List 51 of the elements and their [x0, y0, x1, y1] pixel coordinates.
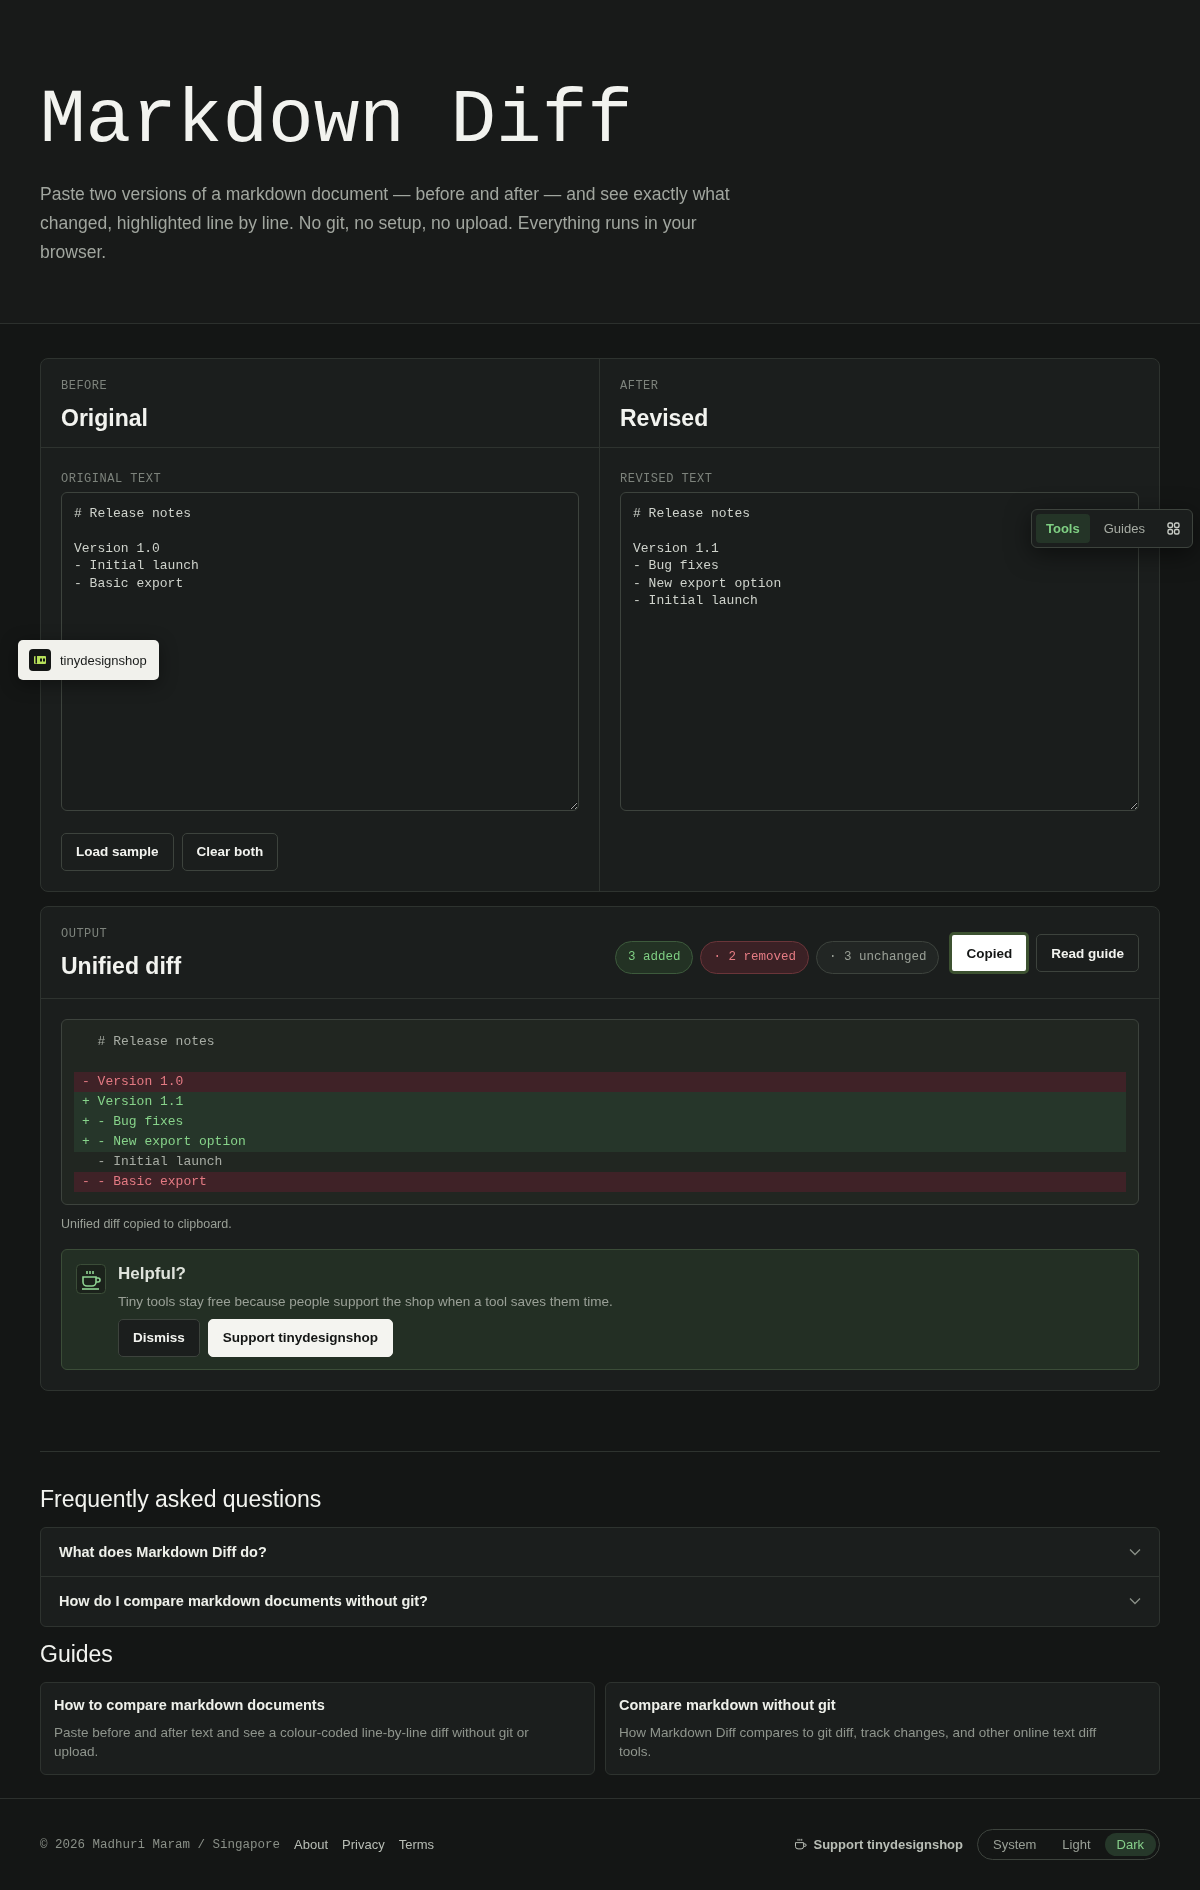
cup-icon [76, 1263, 106, 1294]
section-eyebrow: AFTER [620, 378, 660, 393]
section-title: Unified diff [61, 952, 182, 980]
guides-heading: Guides [40, 1640, 114, 1668]
faq-question[interactable]: How do I compare markdown documents without git? [41, 1576, 1159, 1626]
theme-option[interactable]: Light [1050, 1833, 1103, 1856]
status-message: Unified diff copied to clipboard. [61, 1216, 233, 1231]
dismiss-button[interactable]: Dismiss [118, 1318, 200, 1357]
nav-tab[interactable]: Tools [1036, 514, 1090, 543]
theme-option[interactable]: Dark [1104, 1833, 1156, 1856]
shop-badge[interactable]: tinydesignshop [18, 640, 159, 680]
footer-link[interactable]: Terms [398, 1837, 435, 1852]
chevron-down-icon [1129, 1547, 1141, 1556]
diff-count-badge: · 2 removed [700, 940, 809, 974]
guide-title: Compare markdown without git [619, 1696, 837, 1713]
load-sample-button[interactable]: Load sample [61, 832, 174, 871]
callout-title: Helpful? [118, 1263, 187, 1284]
clear-button[interactable]: Clear both [181, 832, 279, 871]
field-label: ORIGINAL TEXT [61, 471, 163, 486]
page-title: Markdown Diff [40, 82, 634, 162]
copyright-text: © 2026 Madhuri Maram / Singapore [40, 1837, 281, 1852]
read-guide-button[interactable]: Read guide [1036, 934, 1139, 973]
support-button[interactable]: Support tinydesignshop [207, 1318, 394, 1357]
section-eyebrow: BEFORE [61, 378, 109, 393]
guide-card[interactable]: Compare markdown without git How Markdown Diff compares to git diff, track changes, and other online text diff tools. [605, 1681, 1160, 1775]
guide-summary: How Markdown Diff compares to git diff, track changes, and other online text diff tools. [619, 1723, 1098, 1761]
section-title: Original [61, 404, 149, 432]
theme-option[interactable]: System [981, 1833, 1049, 1856]
field-label: REVISED TEXT [620, 471, 714, 486]
guide-summary: Paste before and after text and see a colour-coded line-by-line diff without git or upload. [54, 1723, 530, 1761]
callout-text: Tiny tools stay free because people support the shop when a tool saves them time. [118, 1293, 613, 1309]
grid-icon [1166, 522, 1180, 535]
footer-link[interactable]: Privacy [342, 1837, 385, 1852]
support-link[interactable]: Support tinydesignshop [792, 1837, 963, 1852]
faq-question[interactable]: What does Markdown Diff do? [41, 1527, 1159, 1577]
guide-title: How to compare markdown documents [54, 1696, 326, 1713]
faq-heading: Frequently asked questions [40, 1485, 323, 1513]
diff-line: # Release notes [96, 1032, 216, 1051]
footer-link[interactable]: About [294, 1837, 329, 1852]
copy-button[interactable]: Copied [949, 932, 1030, 975]
diff-count-badge: · 3 unchanged [815, 940, 940, 974]
guide-card[interactable]: How to compare markdown documents Paste before and after text and see a colour-coded line-by-line diff without git or upload. [40, 1681, 595, 1775]
cup-icon [792, 1837, 808, 1852]
diff-count-badge: 3 added [614, 940, 694, 974]
section-eyebrow: OUTPUT [61, 926, 109, 941]
shop-name: tinydesignshop [60, 652, 147, 668]
shop-logo-icon [29, 649, 51, 671]
page-description: Paste two versions of a markdown document — before and after — and see exactly what changed, highlighted line by line. No git, no setup, no upload. Everything runs in your browser. [40, 182, 730, 264]
chevron-down-icon [1129, 1597, 1141, 1606]
section-title: Revised [620, 404, 710, 432]
diff-line: - Initial launch [96, 1152, 224, 1171]
